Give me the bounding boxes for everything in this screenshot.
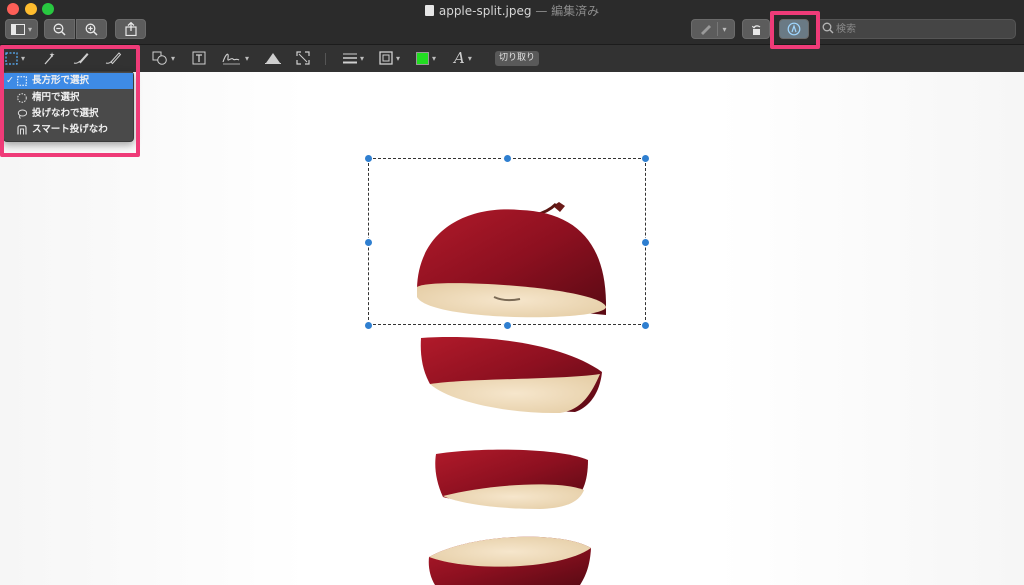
- adjust-color-button[interactable]: [264, 49, 282, 67]
- markup-toolbar: ▾ ▾ ▾ ▾ ▾ ▾ A ▾ 切り取り: [0, 45, 1024, 73]
- border-color-icon: [379, 51, 393, 65]
- chevron-down-icon: ▾: [360, 53, 365, 63]
- zoom-in-icon: [85, 23, 98, 36]
- signature-icon: [222, 53, 240, 65]
- text-box-icon: [192, 51, 206, 65]
- zoom-in-button[interactable]: [76, 19, 107, 39]
- share-icon: [124, 22, 137, 36]
- crop-button[interactable]: 切り取り: [495, 51, 539, 66]
- rotate-button[interactable]: [742, 19, 770, 39]
- shapes-tool-button[interactable]: ▾: [152, 49, 175, 67]
- file-icon: [424, 5, 434, 16]
- image-canvas[interactable]: [0, 72, 1024, 585]
- sign-tool-button[interactable]: ▾: [222, 49, 249, 67]
- search-field[interactable]: [816, 19, 1016, 39]
- search-input[interactable]: [836, 21, 1011, 37]
- sidebar-icon: [10, 23, 25, 35]
- selection-rectangle[interactable]: [368, 158, 646, 325]
- sidebar-toggle-button[interactable]: ▾: [5, 19, 38, 39]
- resize-handle-top-left[interactable]: [364, 154, 373, 163]
- text-style-button[interactable]: A ▾: [454, 49, 472, 67]
- window-title: apple-split.jpeg — 編集済み: [0, 2, 1024, 19]
- toolbar-divider: [325, 53, 326, 65]
- resize-handle-bottom-right[interactable]: [641, 321, 650, 330]
- highlight-box-selection-menu: [0, 45, 140, 157]
- resize-handle-right[interactable]: [641, 238, 650, 247]
- highlight-box-markup-button: [770, 11, 820, 49]
- shapes-icon: [152, 51, 167, 65]
- window-titlebar: apple-split.jpeg — 編集済み ▾ ▾: [0, 0, 1024, 45]
- resize-handle-top-right[interactable]: [641, 154, 650, 163]
- resize-handle-bottom[interactable]: [503, 321, 512, 330]
- pen-icon: [701, 25, 712, 35]
- zoom-out-button[interactable]: [44, 19, 75, 39]
- rotate-left-icon: [751, 24, 760, 35]
- resize-handle-left[interactable]: [364, 238, 373, 247]
- adjust-color-icon: [265, 53, 281, 64]
- resize-handle-bottom-left[interactable]: [364, 321, 373, 330]
- file-name: apple-split.jpeg: [438, 4, 532, 18]
- chevron-down-icon: ▾: [467, 53, 472, 63]
- text-style-icon: A: [454, 49, 465, 67]
- border-color-button[interactable]: ▾: [379, 49, 400, 67]
- zoom-out-icon: [53, 23, 66, 36]
- resize-icon: [296, 51, 310, 65]
- line-style-button[interactable]: ▾: [343, 49, 364, 67]
- text-tool-button[interactable]: [192, 49, 206, 67]
- chevron-down-icon: ▾: [245, 53, 250, 63]
- chevron-down-icon: ▾: [432, 53, 437, 63]
- chevron-down-icon: ▾: [171, 53, 176, 63]
- apple-slices-image: [417, 202, 606, 585]
- edited-status: — 編集済み: [535, 4, 600, 18]
- fill-color-button[interactable]: ▾: [416, 49, 436, 67]
- fill-color-swatch: [416, 51, 429, 65]
- chevron-down-icon: ▾: [27, 24, 32, 34]
- line-style-icon: [343, 53, 357, 64]
- chevron-down-icon: ▾: [722, 24, 727, 34]
- chevron-down-icon: ▾: [396, 53, 401, 63]
- search-icon: [822, 22, 834, 34]
- markup-pen-button[interactable]: ▾: [691, 19, 735, 39]
- adjust-size-button[interactable]: [296, 49, 310, 67]
- resize-handle-top[interactable]: [503, 154, 512, 163]
- share-button[interactable]: [115, 19, 146, 39]
